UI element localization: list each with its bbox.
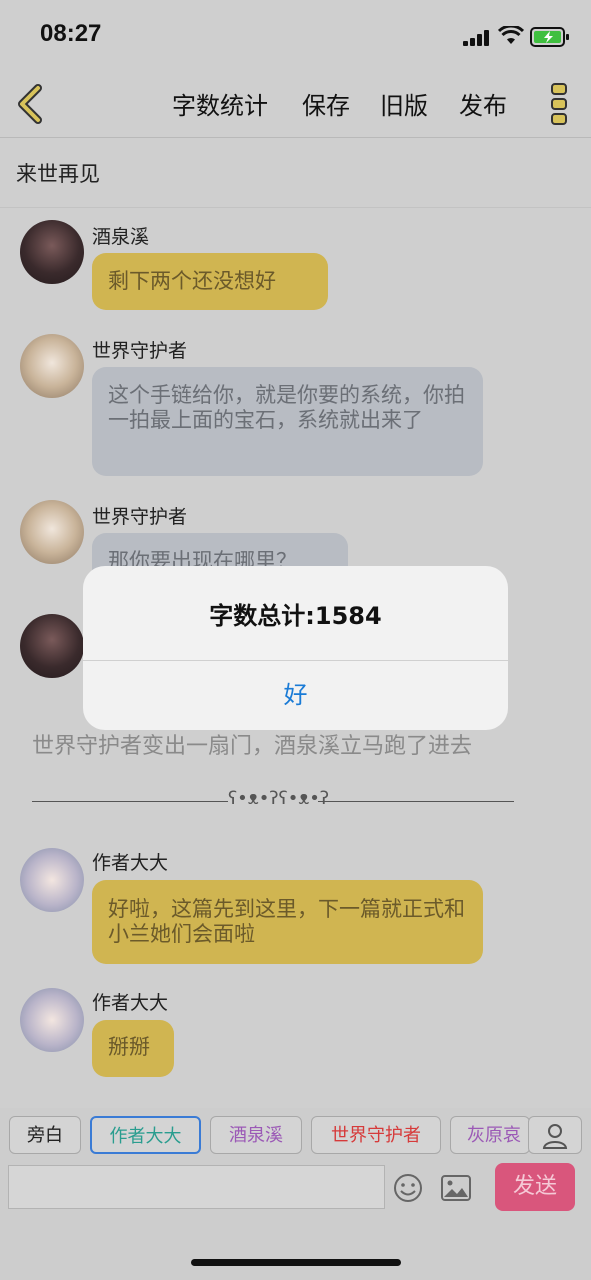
message-bubble[interactable]: 剩下两个还没想好	[92, 253, 328, 310]
message-bubble[interactable]: 掰掰	[92, 1020, 174, 1077]
chip-label: 世界守护者	[331, 1125, 421, 1146]
character-chip-haibara[interactable]: 灰原哀	[450, 1116, 530, 1154]
story-title[interactable]: 来世再见	[16, 158, 100, 188]
battery-icon	[530, 27, 569, 47]
narration-text[interactable]: 世界守护者变出一扇门，酒泉溪立马跑了进去	[32, 728, 472, 760]
sender-name: 作者大大	[92, 992, 169, 1014]
message-bubble[interactable]: 这个手链给你，就是你要的系统，你拍一拍最上面的宝石，系统就出来了	[92, 367, 483, 476]
avatar-jiuquanxi[interactable]	[20, 614, 84, 678]
sender-name: 酒泉溪	[92, 226, 150, 248]
signal-icon	[463, 30, 491, 46]
word-count-dialog: 字数总计:1584 好	[83, 566, 508, 730]
dialog-title: 字数总计:1584	[209, 602, 382, 630]
add-character-button[interactable]	[528, 1116, 582, 1154]
save-button[interactable]: 保存	[302, 86, 350, 121]
message-bubble[interactable]: 好啦，这篇先到这里，下一篇就正式和小兰她们会面啦	[92, 880, 483, 964]
chip-label: 酒泉溪	[229, 1125, 283, 1146]
character-chip-narrator[interactable]: 旁白	[9, 1116, 81, 1154]
image-icon[interactable]	[441, 1175, 471, 1201]
old-version-button[interactable]: 旧版	[380, 86, 428, 121]
chip-label: 旁白	[27, 1125, 63, 1146]
emoji-icon[interactable]	[393, 1173, 423, 1203]
back-icon[interactable]	[14, 84, 46, 124]
status-time: 08:27	[40, 20, 102, 47]
scene-separator: ʕ•ᴥ•ʔʕ•ᴥ•ʔ	[32, 786, 514, 816]
avatar-author[interactable]	[20, 848, 84, 912]
message-input[interactable]	[8, 1165, 385, 1209]
more-menu-icon[interactable]	[549, 82, 569, 126]
sender-name: 世界守护者	[92, 506, 188, 528]
avatar-world-guardian[interactable]	[20, 500, 84, 564]
send-button[interactable]: 发送	[495, 1163, 575, 1211]
word-count-button[interactable]: 字数统计	[172, 86, 268, 121]
sender-name: 世界守护者	[92, 340, 188, 362]
toolbar-divider	[0, 137, 591, 138]
character-chip-jiuquanxi[interactable]: 酒泉溪	[210, 1116, 302, 1154]
avatar-world-guardian[interactable]	[20, 334, 84, 398]
character-chip-world-guardian[interactable]: 世界守护者	[311, 1116, 441, 1154]
home-indicator[interactable]	[191, 1259, 401, 1266]
sender-name: 作者大大	[92, 852, 169, 874]
dialog-ok-button[interactable]: 好	[83, 661, 508, 730]
chip-label: 灰原哀	[467, 1125, 521, 1146]
avatar-author[interactable]	[20, 988, 84, 1052]
chip-label: 作者大大	[109, 1126, 182, 1147]
title-divider	[0, 207, 591, 208]
publish-button[interactable]: 发布	[459, 86, 507, 121]
wifi-icon	[498, 26, 524, 44]
character-chip-author[interactable]: 作者大大	[90, 1116, 201, 1154]
separator-emoticon: ʕ•ᴥ•ʔʕ•ᴥ•ʔ	[228, 788, 330, 809]
avatar-jiuquanxi[interactable]	[20, 220, 84, 284]
person-icon	[542, 1124, 568, 1149]
